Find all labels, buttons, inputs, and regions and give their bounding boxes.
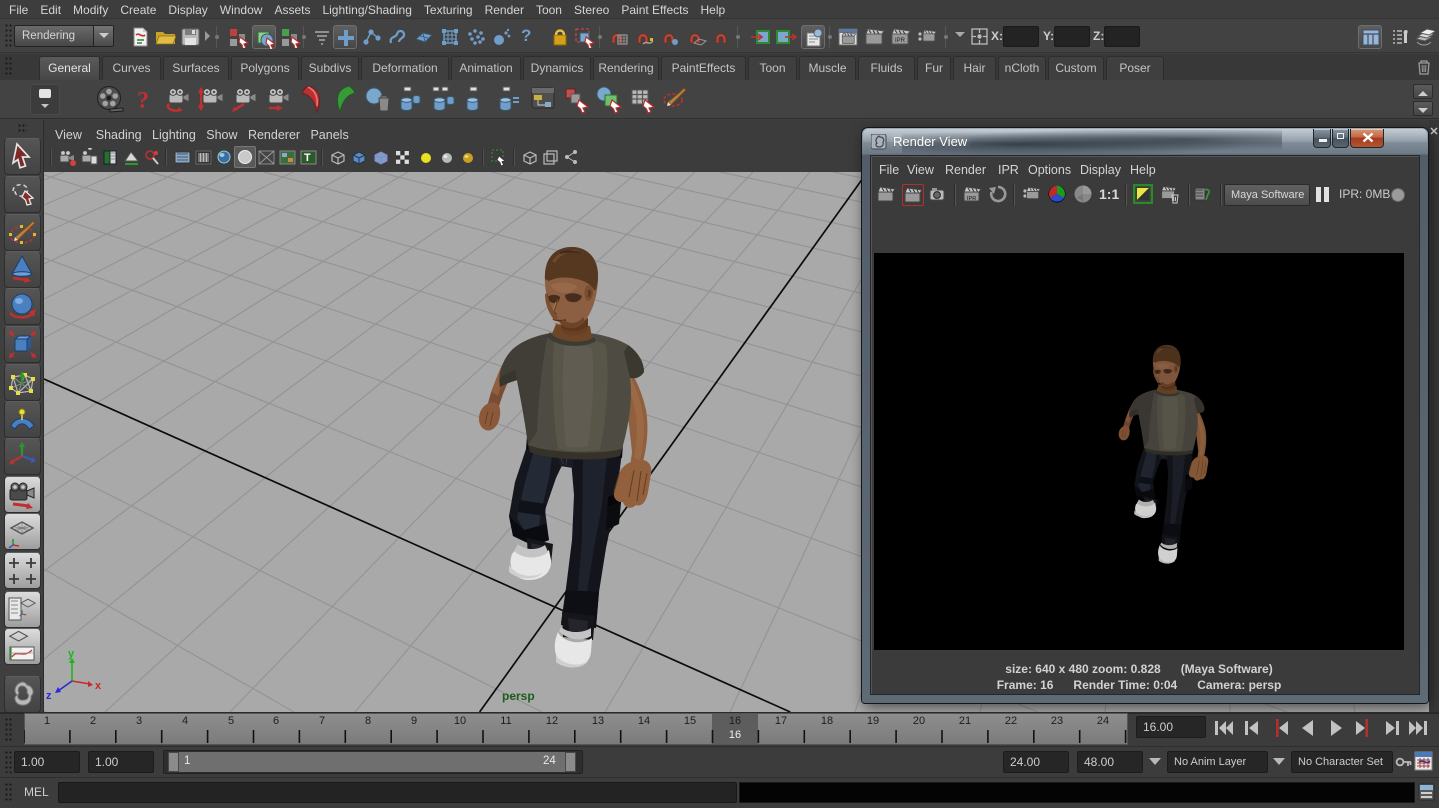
svg-text:12: 12 — [546, 715, 558, 727]
svg-text:IPR: IPR — [895, 38, 906, 44]
svg-text:4: 4 — [182, 715, 188, 727]
svg-text:24: 24 — [1097, 715, 1109, 727]
svg-text:22: 22 — [1005, 715, 1017, 727]
svg-text:16: 16 — [729, 715, 741, 727]
svg-text:x: x — [95, 680, 102, 692]
svg-text:8: 8 — [365, 715, 371, 727]
svg-text:13: 13 — [592, 715, 604, 727]
svg-text:17: 17 — [775, 715, 787, 727]
svg-text:14: 14 — [638, 715, 650, 727]
svg-text:5: 5 — [228, 715, 234, 727]
svg-text:1: 1 — [44, 715, 50, 727]
svg-text:persp: persp — [502, 689, 535, 703]
svg-text:3: 3 — [136, 715, 142, 727]
svg-text:y: y — [68, 648, 75, 660]
svg-text:21: 21 — [959, 715, 971, 727]
svg-text:9: 9 — [411, 715, 417, 727]
svg-text:19: 19 — [867, 715, 879, 727]
svg-text:7: 7 — [319, 715, 325, 727]
svg-text:15: 15 — [684, 715, 696, 727]
svg-text:T: T — [304, 152, 311, 164]
svg-text:z: z — [46, 690, 52, 702]
svg-text:10: 10 — [454, 715, 466, 727]
svg-text:23: 23 — [1051, 715, 1063, 727]
svg-text:16: 16 — [729, 729, 741, 741]
svg-text:18: 18 — [821, 715, 833, 727]
svg-text:IPR: IPR — [967, 196, 976, 202]
svg-text:6: 6 — [273, 715, 279, 727]
svg-text:?: ? — [137, 88, 149, 114]
svg-text:20: 20 — [913, 715, 925, 727]
svg-text:11: 11 — [500, 715, 511, 727]
svg-text:2: 2 — [90, 715, 96, 727]
